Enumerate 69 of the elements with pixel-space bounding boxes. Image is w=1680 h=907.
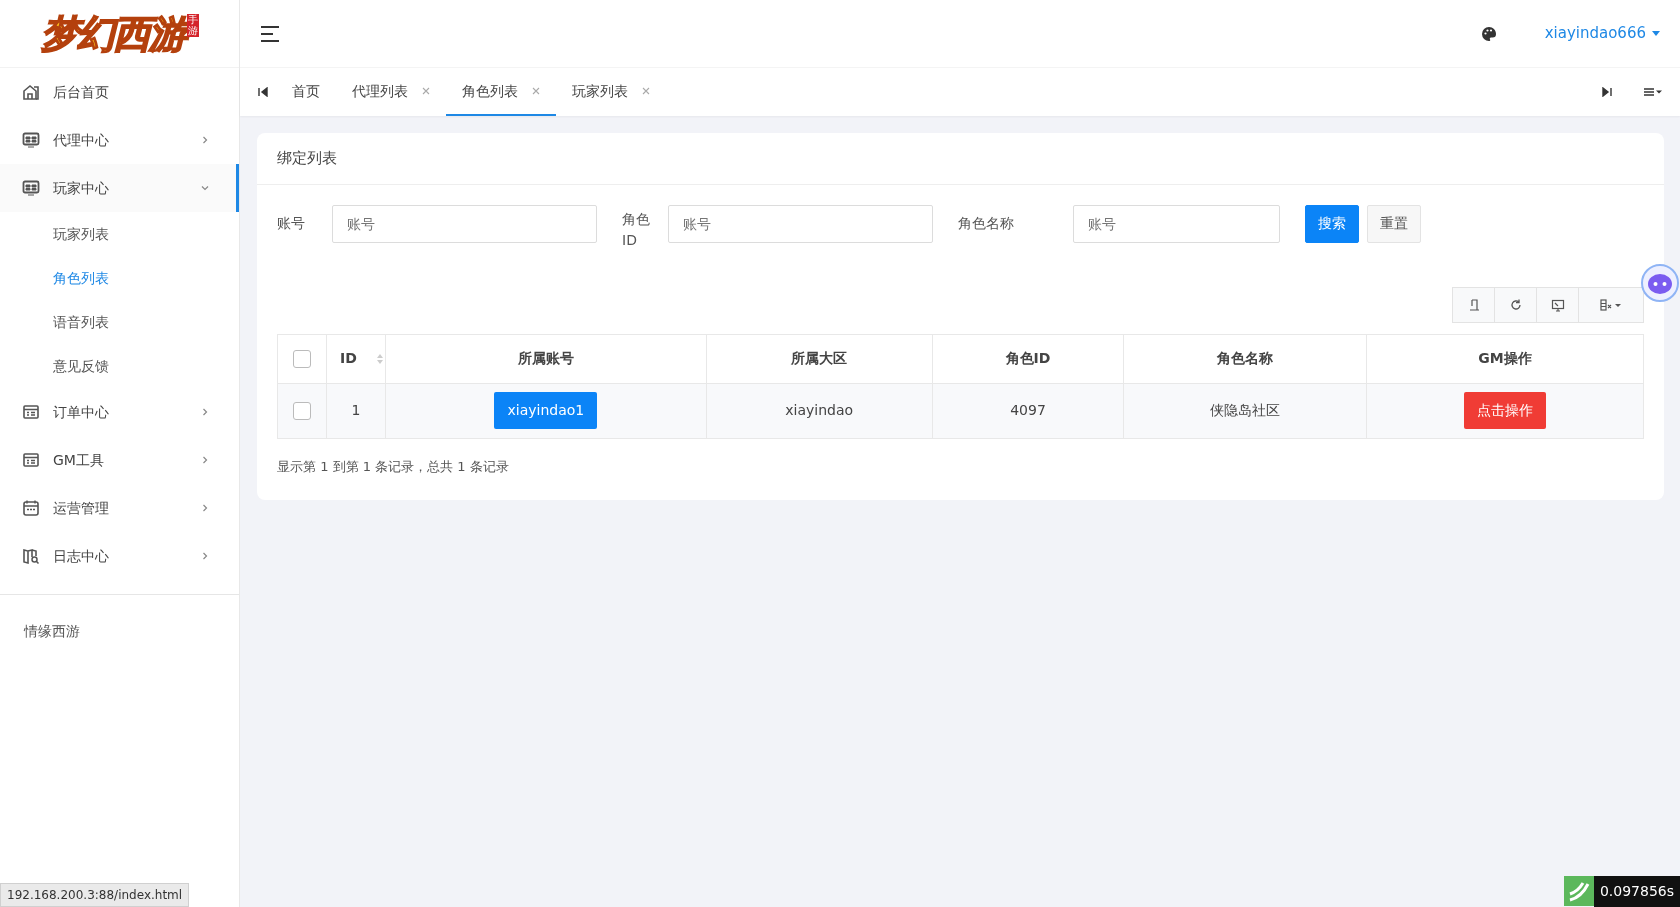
sidebar-item[interactable]: 后台首页 bbox=[0, 68, 239, 116]
sort-icon[interactable] bbox=[375, 353, 384, 364]
robot-assistant-icon[interactable] bbox=[1640, 263, 1680, 303]
skip-forward-icon[interactable] bbox=[1602, 87, 1612, 97]
debug-logo-icon[interactable] bbox=[1563, 876, 1594, 906]
user-menu[interactable]: xiayindao666 bbox=[1544, 22, 1660, 45]
sidebar-item[interactable]: 运营管理 bbox=[0, 484, 239, 532]
action-button[interactable]: 点击操作 bbox=[1464, 392, 1547, 429]
submenu-item[interactable]: 角色列表 bbox=[0, 256, 239, 300]
monitor-icon bbox=[22, 179, 40, 197]
input-field[interactable]: 账号 bbox=[668, 204, 933, 243]
card-title: 绑定列表 bbox=[277, 149, 337, 167]
columns-icon bbox=[1600, 297, 1622, 312]
calendar-icon bbox=[22, 499, 40, 517]
field-label: 角色名称 bbox=[958, 213, 1015, 233]
account-button[interactable]: xiayindao1 bbox=[494, 392, 598, 429]
palette-icon[interactable] bbox=[1480, 25, 1497, 42]
status-url: 192.168.200.3:88/index.html bbox=[0, 883, 190, 907]
sidebar-item[interactable]: 玩家中心 bbox=[0, 164, 239, 212]
monitor-icon bbox=[22, 131, 40, 149]
column-header: 角色ID bbox=[1005, 349, 1051, 368]
sidebar-item[interactable]: 代理中心 bbox=[0, 116, 239, 164]
reset-button[interactable]: 重置 bbox=[1367, 204, 1421, 243]
menu-icon[interactable] bbox=[260, 23, 280, 44]
column-header[interactable]: ID bbox=[339, 348, 357, 369]
logo-seal: 手游 bbox=[186, 14, 199, 37]
column-header: 所属大区 bbox=[791, 349, 848, 368]
submenu-item[interactable]: 意见反馈 bbox=[0, 344, 239, 388]
sidebar-item[interactable]: GM工具 bbox=[0, 436, 239, 484]
export-button[interactable] bbox=[1452, 286, 1495, 323]
close-icon[interactable] bbox=[642, 87, 650, 95]
sidebar-item[interactable]: 订单中心 bbox=[0, 388, 239, 436]
tab[interactable]: 代理列表 bbox=[336, 68, 446, 116]
tab[interactable]: 玩家列表 bbox=[556, 68, 666, 116]
table-cell: 1 bbox=[351, 402, 361, 418]
submenu-item[interactable]: 语音列表 bbox=[0, 300, 239, 344]
input-field[interactable]: 账号 bbox=[332, 204, 597, 243]
caret-icon bbox=[1652, 31, 1660, 36]
fullscreen-button[interactable] bbox=[1536, 286, 1579, 323]
submenu-item[interactable]: 玩家列表 bbox=[0, 212, 239, 256]
column-header: 所属账号 bbox=[517, 349, 574, 368]
window-icon bbox=[22, 403, 40, 421]
map-search-icon bbox=[22, 547, 40, 565]
table-cell: 侠隐岛社区 bbox=[1210, 402, 1281, 418]
search-button[interactable]: 搜索 bbox=[1305, 204, 1359, 243]
tab[interactable]: 首页 bbox=[276, 68, 336, 116]
select-all-checkbox[interactable] bbox=[293, 350, 311, 368]
input-field[interactable]: 账号 bbox=[1073, 204, 1280, 243]
close-icon[interactable] bbox=[422, 87, 430, 95]
table-cell: 4097 bbox=[1010, 402, 1046, 418]
sidebar-item[interactable]: 日志中心 bbox=[0, 532, 239, 580]
field-label: 角色ID bbox=[622, 209, 651, 250]
tab[interactable]: 角色列表 bbox=[446, 68, 556, 116]
refresh-button[interactable] bbox=[1494, 286, 1537, 323]
refresh-icon bbox=[1508, 297, 1523, 312]
house-icon bbox=[22, 83, 40, 101]
footer-text: 情缘西游 bbox=[24, 623, 80, 639]
skip-back-icon[interactable] bbox=[258, 87, 268, 97]
field-label: 账号 bbox=[277, 213, 306, 233]
window-icon bbox=[22, 451, 40, 469]
timer-text: 0.097856s bbox=[1593, 876, 1680, 907]
row-checkbox[interactable] bbox=[293, 402, 311, 420]
monitor-icon bbox=[1550, 297, 1565, 312]
close-icon[interactable] bbox=[532, 87, 540, 95]
pagination-info: 显示第 1 到第 1 条记录，总共 1 条记录 bbox=[277, 458, 509, 474]
column-header: GM操作 bbox=[1478, 349, 1532, 368]
column-header: 角色名称 bbox=[1217, 349, 1274, 368]
table-cell: xiayindao bbox=[785, 402, 854, 418]
list-menu-icon[interactable] bbox=[1644, 87, 1662, 97]
